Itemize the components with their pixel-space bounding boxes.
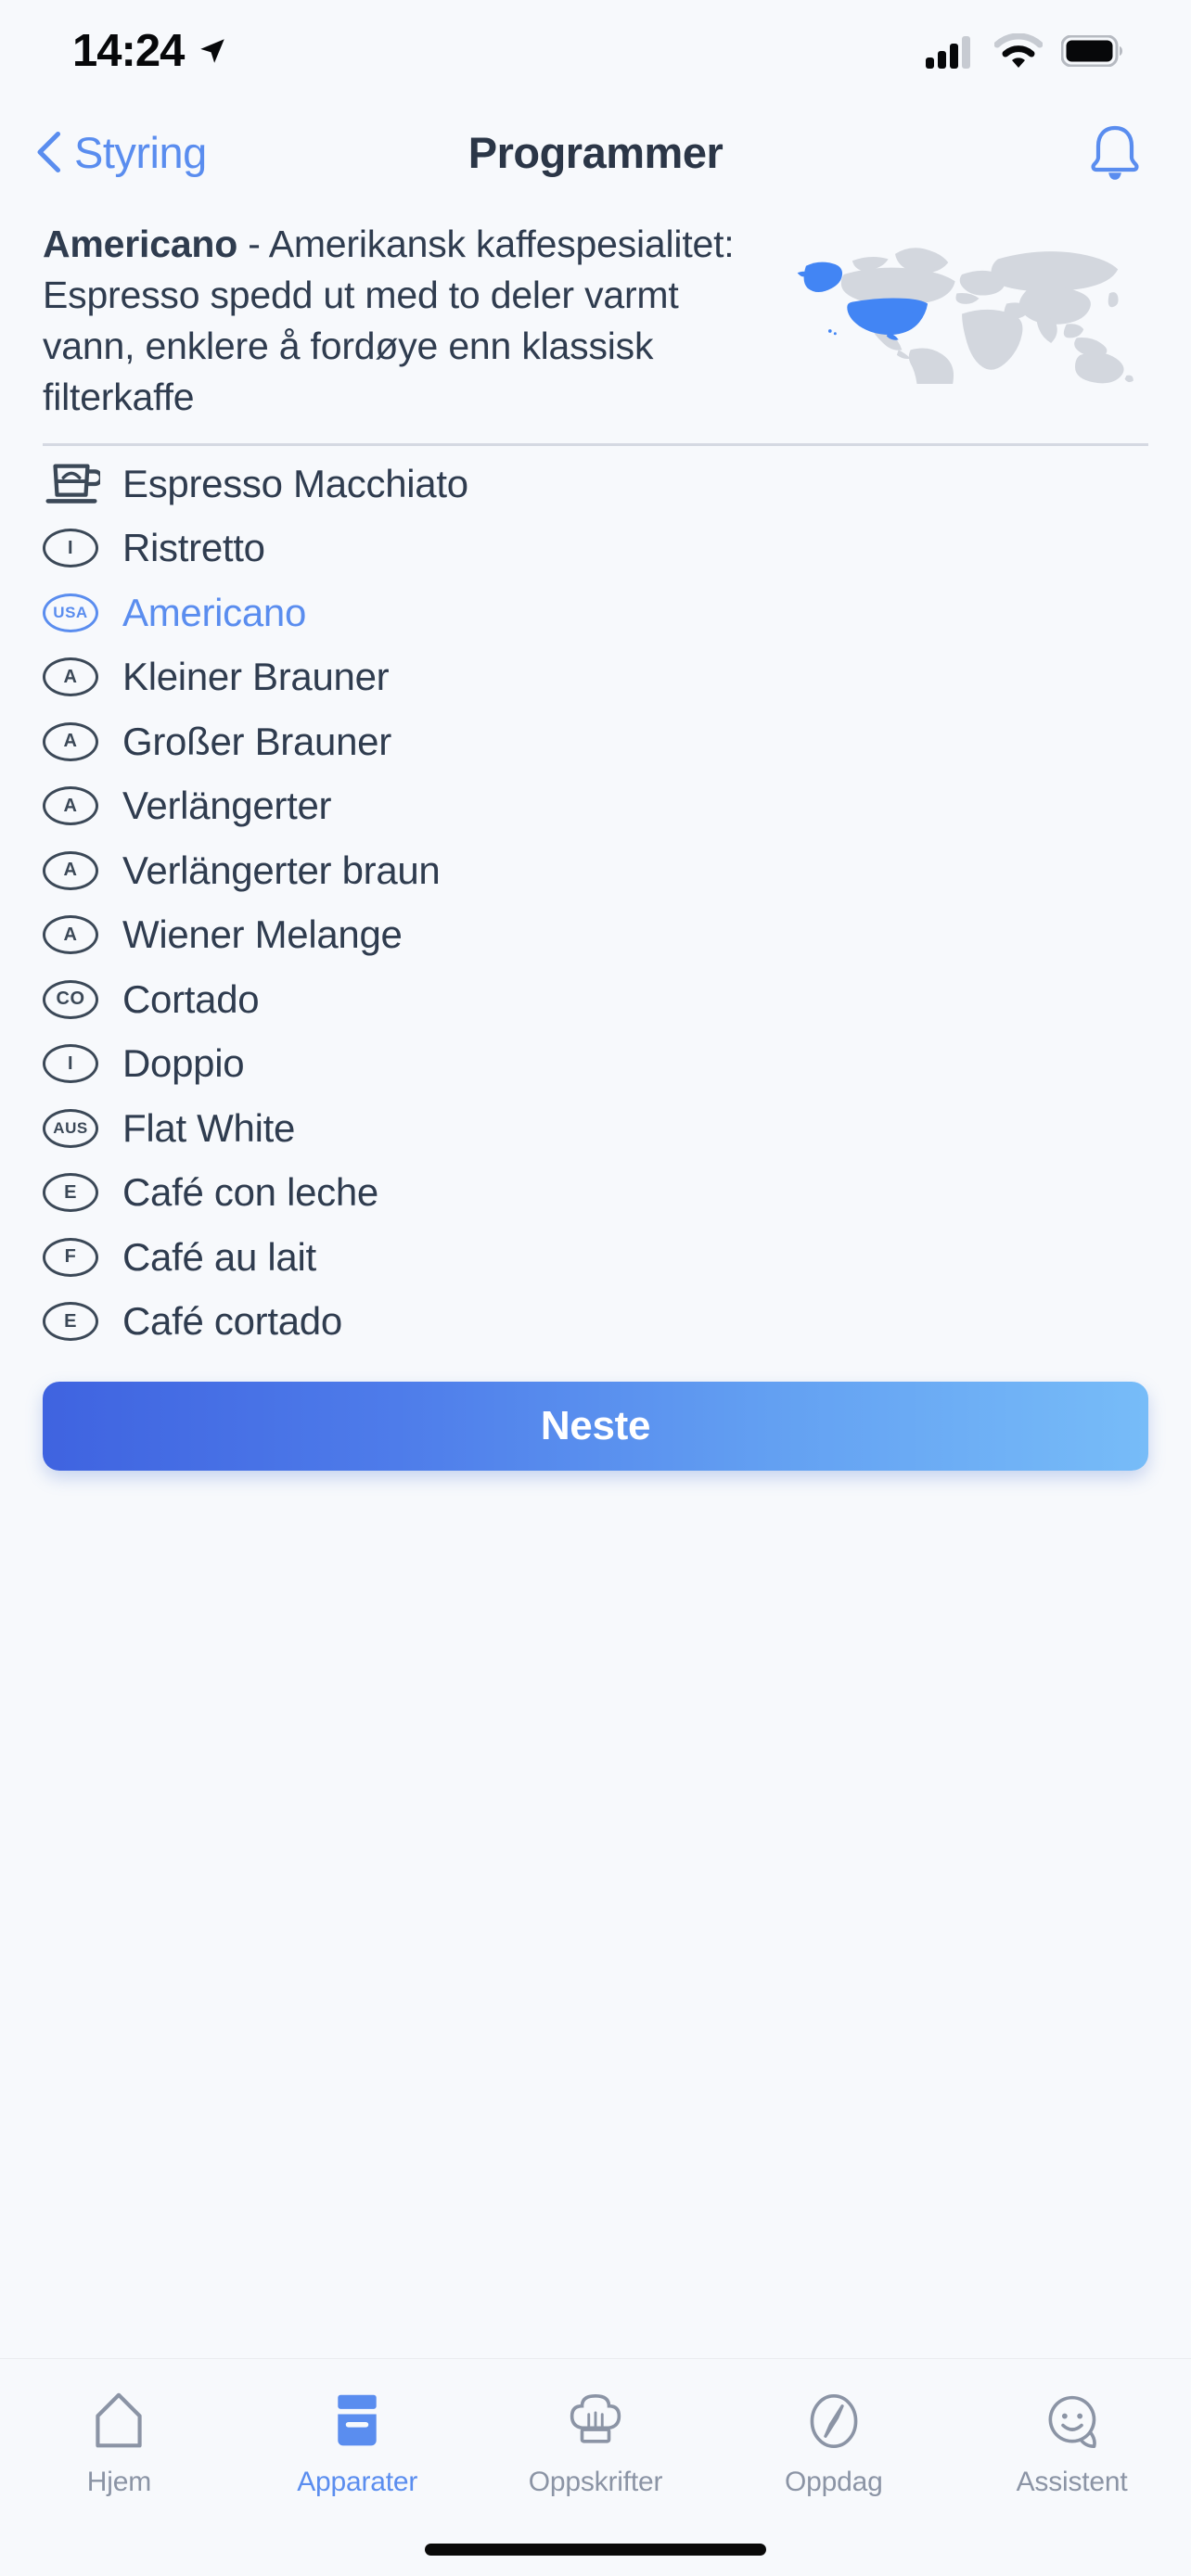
appliance-icon	[330, 2389, 384, 2454]
list-item-icon: AUS	[43, 1108, 109, 1148]
status-bar: 14:24	[0, 0, 1191, 102]
country-badge-icon: F	[43, 1237, 98, 1277]
wifi-icon	[994, 33, 1043, 68]
list-item-label: Großer Brauner	[122, 719, 391, 763]
list-item-label: Café con leche	[122, 1170, 378, 1215]
list-item-icon: A	[43, 786, 109, 826]
list-item[interactable]: Espresso Macchiato	[0, 452, 1191, 516]
list-item[interactable]: A Kleiner Brauner	[0, 645, 1191, 710]
next-button[interactable]: Neste	[43, 1382, 1148, 1471]
list-item-label: Doppio	[122, 1041, 245, 1086]
country-badge-icon: USA	[43, 593, 98, 632]
list-item-icon: A	[43, 915, 109, 955]
tab-label-oppdag: Oppdag	[785, 2467, 883, 2497]
list-item[interactable]: AUS Flat White	[0, 1096, 1191, 1161]
country-badge-icon: AUS	[43, 1108, 98, 1148]
description-text: Americano - Amerikansk kaffespesialitet:…	[43, 219, 775, 423]
country-badge-icon: A	[43, 786, 98, 826]
tab-bar: Hjem Apparater Oppskrifter Oppdag Assist…	[0, 2358, 1191, 2576]
tab-assistent[interactable]: Assistent	[953, 2389, 1191, 2498]
description-separator: -	[237, 223, 269, 265]
list-item-icon: A	[43, 850, 109, 890]
list-item-label: Café cortado	[122, 1299, 342, 1344]
list-item[interactable]: USA Americano	[0, 580, 1191, 645]
world-map-usa-highlighted	[794, 219, 1154, 423]
country-badge-icon: CO	[43, 979, 98, 1019]
chevron-left-icon	[37, 131, 61, 173]
list-item[interactable]: E Café cortado	[0, 1290, 1191, 1355]
battery-icon	[1061, 35, 1122, 67]
bell-icon[interactable]	[1089, 123, 1141, 181]
list-item-icon: A	[43, 657, 109, 697]
tab-label-hjem: Hjem	[86, 2467, 151, 2497]
list-item-icon: USA	[43, 593, 109, 632]
list-item[interactable]: F Café au lait	[0, 1225, 1191, 1290]
list-item-icon: CO	[43, 979, 109, 1019]
tab-label-assistent: Assistent	[1016, 2467, 1128, 2497]
chef-hat-icon	[569, 2389, 622, 2454]
tab-oppskrifter[interactable]: Oppskrifter	[477, 2389, 715, 2498]
list-item[interactable]: A Wiener Melange	[0, 903, 1191, 968]
list-item-icon: A	[43, 721, 109, 761]
coffee-cup-icon	[45, 464, 100, 504]
list-item-label: Ristretto	[122, 526, 265, 570]
home-indicator	[425, 2544, 766, 2556]
program-list: Espresso Macchiato I Ristretto USA Americano…	[0, 446, 1191, 1354]
list-item[interactable]: A Großer Brauner	[0, 709, 1191, 774]
country-badge-icon: A	[43, 721, 98, 761]
list-item-icon: E	[43, 1302, 109, 1342]
location-arrow-icon	[200, 39, 225, 63]
status-time: 14:24	[72, 26, 185, 76]
list-item[interactable]: I Doppio	[0, 1032, 1191, 1097]
tab-apparater[interactable]: Apparater	[238, 2389, 477, 2498]
country-badge-icon: I	[43, 529, 98, 568]
list-item-label: Wiener Melange	[122, 912, 403, 957]
country-badge-icon: E	[43, 1302, 98, 1342]
list-item-label: Verlängerter	[122, 784, 332, 828]
compass-icon	[807, 2389, 861, 2454]
list-item-icon: I	[43, 1044, 109, 1084]
country-badge-icon: I	[43, 1044, 98, 1084]
country-badge-icon: E	[43, 1173, 98, 1213]
list-item[interactable]: A Verlängerter braun	[0, 838, 1191, 903]
list-item[interactable]: A Verlängerter	[0, 774, 1191, 839]
tab-label-apparater: Apparater	[297, 2467, 418, 2497]
country-badge-icon: A	[43, 915, 98, 955]
list-item-icon: I	[43, 529, 109, 568]
list-item[interactable]: CO Cortado	[0, 967, 1191, 1032]
next-button-label: Neste	[540, 1403, 651, 1448]
list-item-icon	[43, 456, 109, 512]
list-item-label: Kleiner Brauner	[122, 655, 390, 699]
country-badge-icon: A	[43, 657, 98, 697]
list-item-icon: E	[43, 1173, 109, 1213]
list-item-icon: F	[43, 1237, 109, 1277]
tab-label-oppskrifter: Oppskrifter	[528, 2467, 663, 2497]
list-item-label: Flat White	[122, 1105, 296, 1150]
list-item-label: Americano	[122, 590, 307, 634]
cta-container: Neste	[0, 1354, 1191, 1471]
description-name: Americano	[43, 223, 238, 265]
list-item[interactable]: E Café con leche	[0, 1161, 1191, 1226]
list-item-label: Espresso Macchiato	[122, 461, 468, 505]
list-item-label: Café au lait	[122, 1234, 316, 1279]
status-bar-left: 14:24	[72, 25, 228, 77]
tab-hjem[interactable]: Hjem	[0, 2389, 238, 2498]
back-button[interactable]: Styring	[32, 127, 207, 178]
smiley-chat-icon	[1045, 2389, 1099, 2454]
list-item-label: Cortado	[122, 976, 260, 1021]
program-description: Americano - Amerikansk kaffespesialitet:…	[0, 202, 1191, 423]
list-item-label: Verlängerter braun	[122, 848, 441, 892]
status-bar-right	[926, 33, 1124, 69]
navigation-bar: Styring Programmer	[0, 102, 1191, 202]
home-icon	[92, 2389, 146, 2454]
cellular-signal-icon	[926, 36, 970, 69]
country-badge-icon: A	[43, 850, 98, 890]
tab-oppdag[interactable]: Oppdag	[714, 2389, 953, 2498]
list-item[interactable]: I Ristretto	[0, 516, 1191, 581]
back-button-label: Styring	[74, 127, 207, 177]
